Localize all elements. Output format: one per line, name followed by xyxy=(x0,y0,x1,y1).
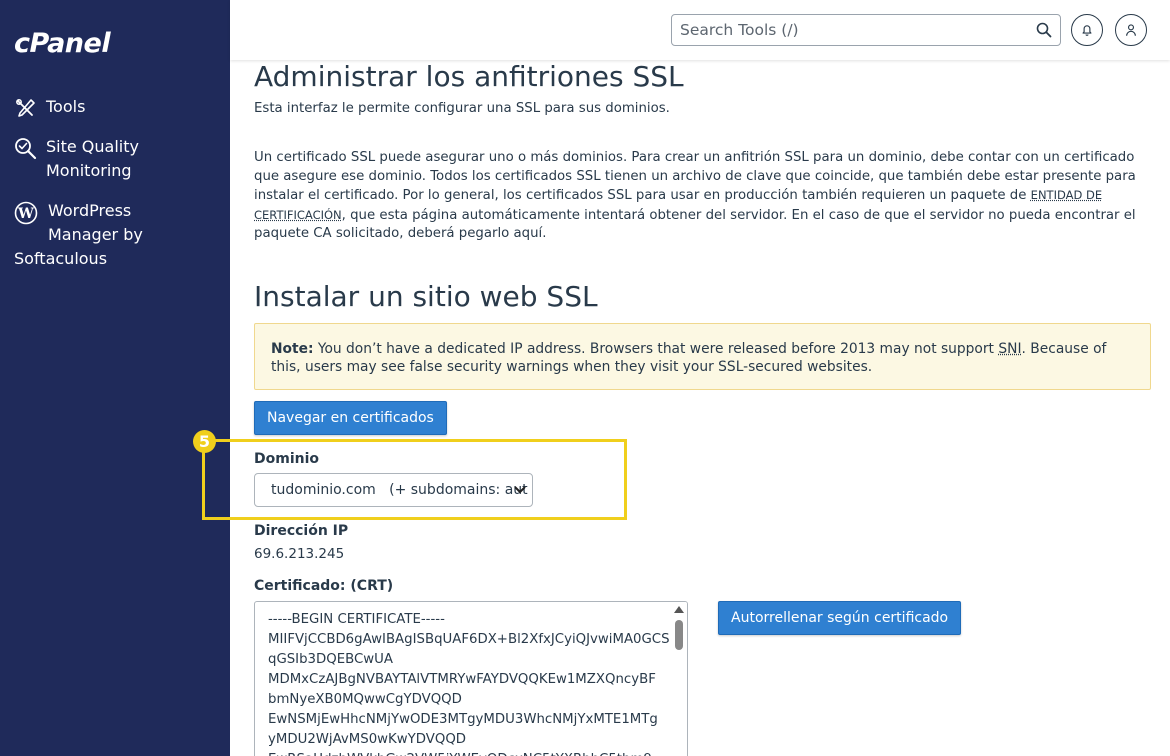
sni-abbreviation: SNI xyxy=(998,341,1022,357)
magnifier-check-icon xyxy=(15,138,37,160)
top-header xyxy=(230,0,1170,60)
paragraph-text: , que esta página automáticamente intent… xyxy=(254,207,1136,242)
page-description: Esta interfaz le permite configurar una … xyxy=(254,101,670,116)
tools-icon xyxy=(16,99,35,117)
scrollbar-thumb[interactable] xyxy=(675,620,683,650)
cpanel-logo[interactable]: cPanel xyxy=(14,28,111,59)
step-badge: 5 xyxy=(193,430,216,453)
warning-note: Note: You don’t have a dedicated IP addr… xyxy=(254,323,1151,390)
domain-select[interactable]: tudominio.com (+ subdomains: aut xyxy=(254,473,533,507)
sidebar-item-site-quality-monitoring[interactable]: Site Quality Monitoring xyxy=(14,135,214,183)
section-title: Instalar un sitio web SSL xyxy=(254,280,598,313)
svg-text:W: W xyxy=(17,206,34,222)
certificate-text: -----BEGIN CERTIFICATE----- MIIFVjCCBD6g… xyxy=(268,612,670,756)
wordpress-icon: W xyxy=(14,201,38,225)
certificate-textarea[interactable]: -----BEGIN CERTIFICATE----- MIIFVjCCBD6g… xyxy=(254,601,688,756)
ip-address-value: 69.6.213.245 xyxy=(254,546,345,562)
chevron-down-icon xyxy=(514,486,526,493)
sidebar-item-label-line1: WordPress xyxy=(48,201,132,220)
note-text: You don’t have a dedicated IP address. B… xyxy=(313,341,999,357)
user-menu-button[interactable] xyxy=(1115,14,1147,46)
sidebar-item-tools[interactable]: Tools xyxy=(14,95,85,119)
search-icon[interactable] xyxy=(1036,22,1052,38)
scroll-up-arrow-icon[interactable] xyxy=(674,606,684,613)
domain-selected-value: tudominio.com (+ subdomains: aut xyxy=(271,482,528,498)
certificate-label: Certificado: (CRT) xyxy=(254,578,394,594)
textarea-scrollbar[interactable] xyxy=(671,602,687,756)
notifications-button[interactable] xyxy=(1071,14,1103,46)
sidebar: cPanel Tools Site Quality Monitoring W W… xyxy=(0,0,230,756)
bell-icon xyxy=(1082,25,1092,36)
autofill-by-certificate-button[interactable]: Autorrellenar según certificado xyxy=(718,601,962,635)
paragraph-text: Un certificado SSL puede asegurar uno o … xyxy=(254,150,1136,203)
user-icon xyxy=(1126,24,1136,36)
note-label: Note: xyxy=(271,341,314,357)
sidebar-item-label: Site Quality Monitoring xyxy=(46,137,139,180)
ip-address-label: Dirección IP xyxy=(254,523,349,539)
page-title: Administrar los anfitriones SSL xyxy=(254,60,684,93)
browse-certificates-button[interactable]: Navegar en certificados xyxy=(254,401,447,435)
search-box[interactable] xyxy=(671,14,1061,46)
domain-label: Dominio xyxy=(254,451,320,467)
sidebar-item-label-line2: Manager by xyxy=(48,225,143,244)
sidebar-item-wordpress-manager[interactable]: W WordPress Manager by Softaculous xyxy=(14,199,224,271)
ssl-info-paragraph: Un certificado SSL puede asegurar uno o … xyxy=(254,149,1152,244)
sidebar-item-label-line3: Softaculous xyxy=(14,249,108,268)
search-input[interactable] xyxy=(680,15,1020,45)
